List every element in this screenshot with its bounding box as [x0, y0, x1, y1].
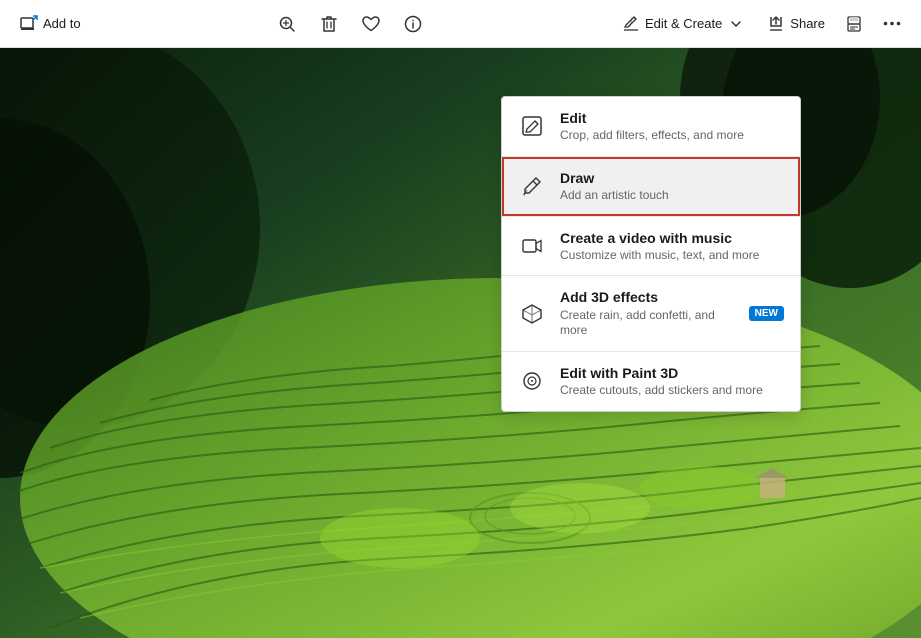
draw-desc: Add an artistic touch — [560, 188, 669, 204]
edit-text: Edit Crop, add filters, effects, and mor… — [560, 109, 744, 144]
draw-text: Draw Add an artistic touch — [560, 169, 669, 204]
video-text: Create a video with music Customize with… — [560, 229, 759, 264]
video-icon — [518, 232, 546, 260]
paint3d-icon — [518, 367, 546, 395]
video-desc: Customize with music, text, and more — [560, 248, 759, 264]
favorite-button[interactable] — [354, 9, 388, 39]
3d-desc: Create rain, add confetti, and more — [560, 308, 735, 339]
edit-create-label: Edit & Create — [645, 16, 722, 31]
edit-icon — [518, 112, 546, 140]
share-button[interactable]: Share — [759, 9, 833, 39]
paint3d-title: Edit with Paint 3D — [560, 364, 763, 382]
edit-create-button[interactable]: Edit & Create — [612, 9, 755, 39]
menu-item-draw[interactable]: Draw Add an artistic touch — [502, 157, 800, 216]
share-icon — [767, 15, 785, 33]
zoom-icon — [278, 15, 296, 33]
delete-icon — [320, 15, 338, 33]
more-icon — [883, 15, 901, 33]
draw-title: Draw — [560, 169, 669, 187]
print-icon — [845, 15, 863, 33]
paint3d-desc: Create cutouts, add stickers and more — [560, 383, 763, 399]
3d-title: Add 3D effects — [560, 288, 735, 306]
toolbar-center — [270, 9, 430, 39]
print-button[interactable] — [837, 9, 871, 39]
menu-item-3d[interactable]: Add 3D effects Create rain, add confetti… — [502, 276, 800, 350]
info-button[interactable] — [396, 9, 430, 39]
draw-pen-icon — [518, 172, 546, 200]
video-title: Create a video with music — [560, 229, 759, 247]
toolbar-right: Edit & Create Share — [612, 9, 909, 39]
menu-item-edit[interactable]: Edit Crop, add filters, effects, and mor… — [502, 97, 800, 156]
edit-create-icon — [622, 15, 640, 33]
zoom-button[interactable] — [270, 9, 304, 39]
add-to-label: Add to — [43, 16, 81, 31]
heart-icon — [362, 15, 380, 33]
edit-desc: Crop, add filters, effects, and more — [560, 128, 744, 144]
info-icon — [404, 15, 422, 33]
3d-text: Add 3D effects Create rain, add confetti… — [560, 288, 735, 338]
add-to-icon — [20, 15, 38, 33]
add-to-button[interactable]: Add to — [12, 9, 89, 39]
toolbar-left: Add to — [12, 9, 89, 39]
menu-item-paint3d[interactable]: Edit with Paint 3D Create cutouts, add s… — [502, 352, 800, 411]
share-label: Share — [790, 16, 825, 31]
dropdown-menu: Edit Crop, add filters, effects, and mor… — [501, 96, 801, 412]
edit-title: Edit — [560, 109, 744, 127]
paint3d-text: Edit with Paint 3D Create cutouts, add s… — [560, 364, 763, 399]
chevron-down-icon — [727, 15, 745, 33]
image-area: Edit Crop, add filters, effects, and mor… — [0, 48, 921, 638]
new-badge: NEW — [749, 306, 784, 321]
3d-effects-icon — [518, 300, 546, 328]
toolbar: Add to — [0, 0, 921, 48]
more-button[interactable] — [875, 9, 909, 39]
delete-button[interactable] — [312, 9, 346, 39]
menu-item-video[interactable]: Create a video with music Customize with… — [502, 217, 800, 276]
